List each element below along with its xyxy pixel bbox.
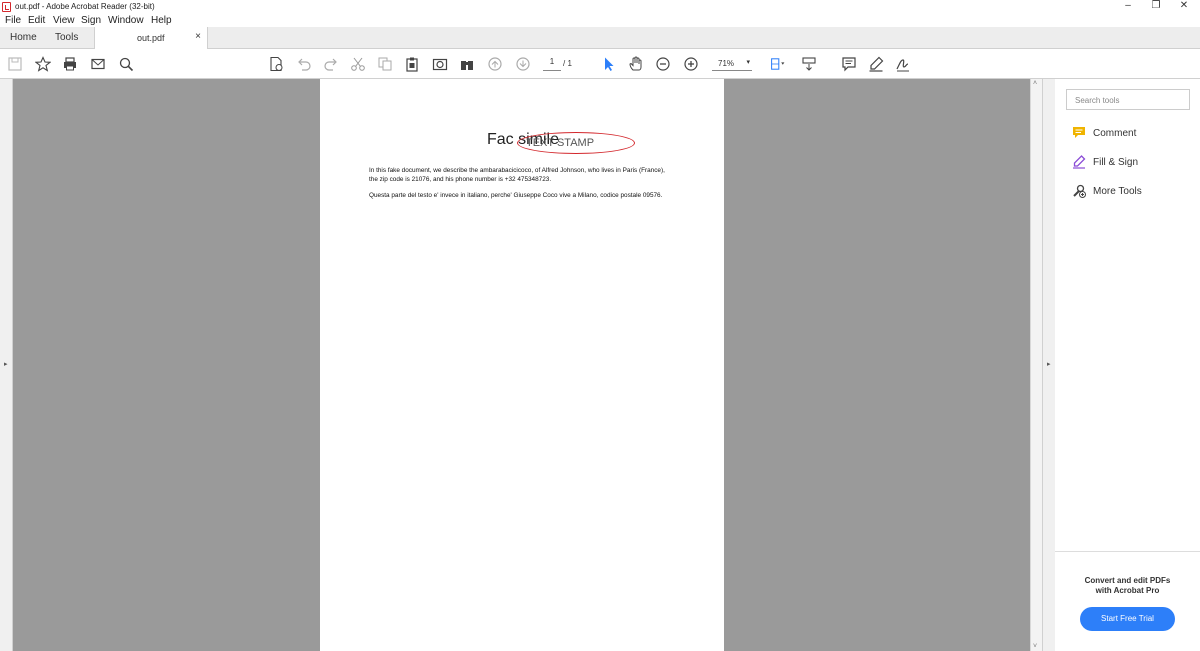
fit-page-icon[interactable] xyxy=(766,55,790,73)
zoom-out-icon[interactable] xyxy=(654,55,672,73)
restore-button[interactable]: ❐ xyxy=(1142,0,1170,14)
menu-edit[interactable]: Edit xyxy=(28,15,45,26)
comment-icon xyxy=(1073,127,1085,138)
start-free-trial-button[interactable]: Start Free Trial xyxy=(1080,607,1175,631)
print-icon[interactable] xyxy=(61,55,79,73)
stamp-annotation-text[interactable]: TEXT STAMP xyxy=(526,137,594,149)
highlight-pen-icon[interactable] xyxy=(867,55,885,73)
undo-icon[interactable] xyxy=(295,55,313,73)
promo-text: Convert and edit PDFs with Acrobat Pro xyxy=(1055,576,1200,596)
pdf-page: Fac simile TEXT STAMP In this fake docum… xyxy=(320,79,724,651)
collapse-right-pane-icon[interactable]: ▸ xyxy=(1047,360,1051,368)
minimize-button[interactable]: – xyxy=(1114,0,1142,14)
document-paragraph-1: In this fake document, we describe the a… xyxy=(369,167,665,183)
menu-bar: File Edit View Sign Window Help xyxy=(0,14,1200,27)
toolbar: 1 / 1 71% ▾ xyxy=(0,49,1200,79)
menu-file[interactable]: File xyxy=(5,15,21,26)
acrobat-app-icon xyxy=(2,2,11,12)
menu-sign[interactable]: Sign xyxy=(81,15,101,26)
zoom-select[interactable]: 71% ▾ xyxy=(712,57,752,71)
tools-panel: Search tools Comment Fill & Sign More To… xyxy=(1055,79,1200,651)
redo-icon[interactable] xyxy=(322,55,340,73)
menu-view[interactable]: View xyxy=(53,15,75,26)
document-paragraph-2: Questa parte del testo e' invece in ital… xyxy=(369,192,663,199)
expand-left-pane-icon[interactable]: ▸ xyxy=(4,360,8,368)
sign-icon[interactable] xyxy=(894,55,912,73)
search-tools-input[interactable]: Search tools xyxy=(1066,89,1190,110)
tool-more-tools-label: More Tools xyxy=(1093,186,1142,197)
page-number-input[interactable]: 1 xyxy=(543,57,561,71)
document-tab-label: out.pdf xyxy=(137,33,165,43)
tab-bar: Home Tools out.pdf × xyxy=(0,27,1200,49)
window-title: out.pdf - Adobe Acrobat Reader (32-bit) xyxy=(15,2,155,11)
cut-icon[interactable] xyxy=(349,55,367,73)
comment-icon[interactable] xyxy=(840,55,858,73)
document-viewport[interactable]: ▸ Fac simile TEXT STAMP In this fake doc… xyxy=(0,79,1055,651)
page-up-icon[interactable] xyxy=(486,55,504,73)
binoculars-icon[interactable] xyxy=(458,55,476,73)
menu-help[interactable]: Help xyxy=(151,15,172,26)
tab-home[interactable]: Home xyxy=(10,32,37,43)
scroll-up-icon[interactable]: ˄ xyxy=(1033,80,1037,87)
page-total-label: / 1 xyxy=(563,59,572,68)
scrolling-mode-icon[interactable] xyxy=(800,55,818,73)
page-down-icon[interactable] xyxy=(514,55,532,73)
select-arrow-icon[interactable] xyxy=(600,55,618,73)
right-pane-toggle[interactable]: ▸ xyxy=(1042,79,1055,651)
save-icon[interactable] xyxy=(6,55,24,73)
tool-fill-sign[interactable]: Fill & Sign xyxy=(1072,155,1192,173)
more-tools-icon xyxy=(1073,184,1086,198)
chevron-down-icon: ▾ xyxy=(746,59,750,66)
tool-comment[interactable]: Comment xyxy=(1072,126,1192,144)
tab-document[interactable]: out.pdf × xyxy=(94,27,208,49)
snapshot-icon[interactable] xyxy=(431,55,449,73)
email-icon[interactable] xyxy=(89,55,107,73)
menu-window[interactable]: Window xyxy=(108,15,144,26)
tool-comment-label: Comment xyxy=(1093,128,1137,139)
copy-icon[interactable] xyxy=(376,55,394,73)
upgrade-promo: Convert and edit PDFs with Acrobat Pro S… xyxy=(1055,551,1200,651)
tab-tools[interactable]: Tools xyxy=(55,32,78,43)
paste-icon[interactable] xyxy=(403,55,421,73)
vertical-scrollbar[interactable]: ˄ ˅ xyxy=(1030,79,1042,651)
create-pdf-icon[interactable] xyxy=(267,55,285,73)
promo-line-1: Convert and edit PDFs xyxy=(1084,576,1171,585)
tool-more-tools[interactable]: More Tools xyxy=(1072,184,1192,202)
bookmark-star-icon[interactable] xyxy=(34,55,52,73)
left-pane-toggle[interactable]: ▸ xyxy=(0,79,13,651)
title-bar: out.pdf - Adobe Acrobat Reader (32-bit) … xyxy=(0,0,1200,14)
zoom-value: 71% xyxy=(718,59,735,68)
hand-icon[interactable] xyxy=(627,55,645,73)
zoom-in-icon[interactable] xyxy=(682,55,700,73)
fill-sign-icon xyxy=(1073,155,1086,169)
close-window-button[interactable]: ✕ xyxy=(1170,0,1198,14)
scroll-down-icon[interactable]: ˅ xyxy=(1033,643,1037,650)
search-icon[interactable] xyxy=(117,55,135,73)
close-tab-icon[interactable]: × xyxy=(195,31,201,42)
promo-line-2: with Acrobat Pro xyxy=(1095,586,1160,595)
tool-fill-sign-label: Fill & Sign xyxy=(1093,157,1139,168)
